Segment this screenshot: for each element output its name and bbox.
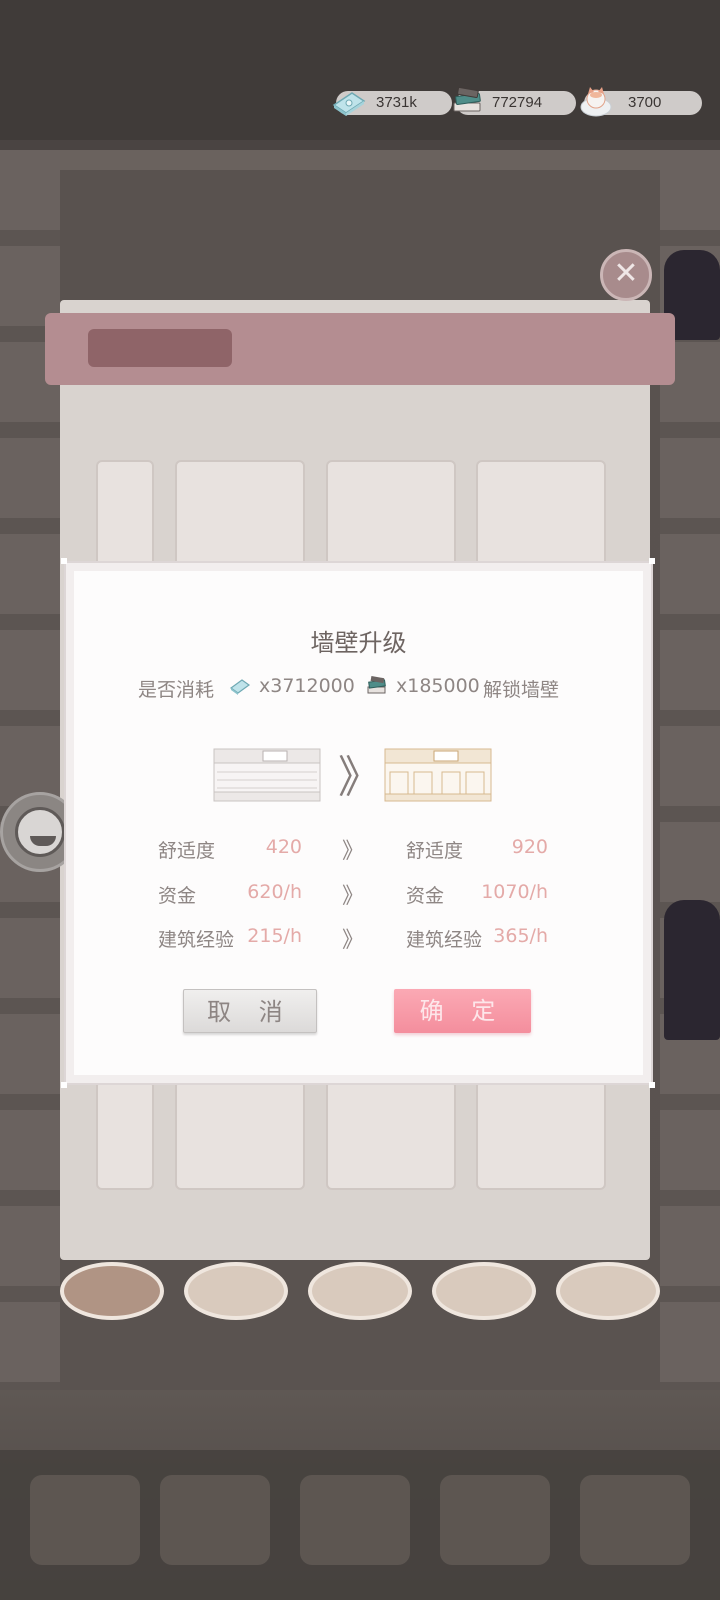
bottom-slot	[300, 1475, 410, 1565]
cash-stack-icon	[229, 679, 251, 695]
mascot-grin	[30, 836, 56, 846]
back-item-card	[476, 460, 606, 570]
dialog-corner	[649, 1082, 655, 1088]
stat-value-exp-before: 215/h	[247, 925, 302, 947]
stat-arrow-icon: 》	[342, 928, 365, 953]
dialog-title: 墙壁升级	[310, 629, 407, 657]
floor-button	[556, 1262, 660, 1320]
stat-label-exp-before: 建筑经验	[158, 929, 235, 951]
scene-shelf	[0, 150, 720, 170]
stat-value-exp-after: 365/h	[493, 925, 548, 947]
floor-button	[432, 1262, 536, 1320]
mascot-icon	[15, 807, 65, 857]
confirm-button[interactable]: 确 定	[394, 989, 531, 1033]
cost-books: x185000	[396, 675, 480, 697]
upgraded-wall-preview	[384, 748, 492, 802]
cost-cash: x3712000	[259, 675, 355, 697]
cats-value: 3700	[628, 94, 662, 111]
books-counter[interactable]: 772794	[453, 86, 576, 115]
back-tab-1	[88, 329, 232, 367]
stat-label-funds-after: 资金	[406, 885, 445, 907]
bottom-slot	[580, 1475, 690, 1565]
bottom-slot	[440, 1475, 550, 1565]
back-item-card	[476, 1080, 606, 1190]
current-wall-preview	[213, 748, 321, 802]
back-item-card	[326, 460, 456, 570]
dialog-corner	[61, 558, 67, 564]
back-item-card	[175, 460, 305, 570]
close-icon: ✕	[613, 256, 639, 291]
close-button[interactable]: ✕	[600, 249, 652, 301]
stat-value-funds-before: 620/h	[247, 881, 302, 903]
back-item-card	[326, 1080, 456, 1190]
stat-arrow-icon: 》	[342, 884, 365, 909]
cash-stack-icon	[332, 92, 366, 116]
books-value: 772794	[492, 94, 543, 111]
cats-counter[interactable]: 3700	[580, 87, 702, 117]
back-item-card	[96, 1080, 154, 1190]
book-stack-icon	[367, 675, 386, 694]
cat-icon	[580, 87, 612, 117]
upgrade-arrow: 》	[338, 752, 382, 803]
dialog-corner	[61, 1082, 67, 1088]
stat-arrow-icon: 》	[342, 839, 365, 864]
stat-label-funds-before: 资金	[158, 885, 197, 907]
cost-suffix: 解锁墙壁	[483, 679, 560, 701]
book-stack-icon	[453, 86, 481, 112]
stat-value-funds-after: 1070/h	[481, 881, 548, 903]
stat-label-comfort-after: 舒适度	[406, 840, 464, 862]
wall-upgrade-dialog: 墙壁升级 是否消耗 x3712000 x185000 解锁墙壁 》 舒适度 42…	[64, 561, 653, 1085]
floor-button	[184, 1262, 288, 1320]
cash-counter[interactable]: 3731k	[332, 91, 452, 116]
back-item-card	[96, 460, 154, 570]
cost-prefix: 是否消耗	[138, 679, 215, 701]
floor-button	[308, 1262, 412, 1320]
back-tab-2	[320, 329, 400, 367]
scene-bottom-bar	[0, 1450, 720, 1600]
bottom-slot	[30, 1475, 140, 1565]
stat-label-exp-after: 建筑经验	[406, 929, 483, 951]
stat-label-comfort-before: 舒适度	[158, 840, 216, 862]
back-item-card	[175, 1080, 305, 1190]
dialog-corner	[649, 558, 655, 564]
scene-character	[664, 900, 720, 1040]
bottom-slot	[160, 1475, 270, 1565]
cash-value: 3731k	[376, 94, 417, 111]
stat-value-comfort-before: 420	[265, 836, 302, 858]
back-tab-3	[510, 329, 600, 367]
cancel-button[interactable]: 取 消	[183, 989, 317, 1033]
stat-value-comfort-after: 920	[511, 836, 548, 858]
floor-button	[60, 1262, 164, 1320]
